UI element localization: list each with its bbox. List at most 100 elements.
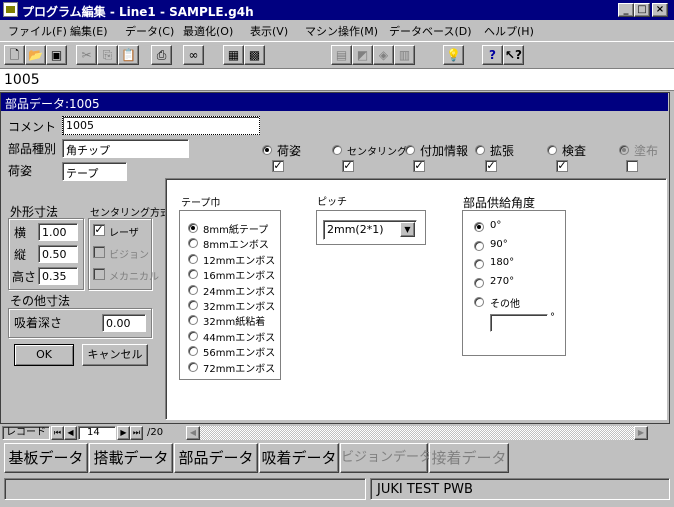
- data-tabs: 基板データ 搭載データ 部品データ 吸着データ ビジョンデータ 接着データ: [0, 441, 674, 476]
- pitch-value: 2mm(2*1): [327, 223, 384, 236]
- current-record-field[interactable]: 14: [78, 426, 116, 440]
- category-check-extension[interactable]: ✓: [485, 160, 497, 172]
- tab-adhesive-data[interactable]: 接着データ: [429, 443, 509, 473]
- tool-3-icon[interactable]: ◈: [373, 45, 394, 65]
- maximize-button[interactable]: □: [634, 3, 650, 17]
- copy-icon[interactable]: ⎘: [97, 45, 118, 65]
- tab-part-data[interactable]: 部品データ: [174, 443, 258, 473]
- last-record-icon[interactable]: ⏭: [130, 426, 143, 440]
- width-field[interactable]: 1.00: [38, 223, 78, 241]
- tool-4-icon[interactable]: ▥: [394, 45, 415, 65]
- lightbulb-icon[interactable]: 💡: [443, 45, 464, 65]
- open-folder-icon[interactable]: 📂: [25, 45, 46, 65]
- category-radio-package[interactable]: [262, 145, 272, 155]
- cut-icon[interactable]: ✂: [76, 45, 97, 65]
- record-number-bar[interactable]: 1005: [0, 68, 674, 91]
- menu-data[interactable]: データ(C): [125, 23, 174, 39]
- category-radio-centering[interactable]: [332, 145, 342, 155]
- tape-width-radio[interactable]: [188, 361, 198, 372]
- feed-angle-radio[interactable]: [474, 296, 484, 307]
- menu-view[interactable]: 表示(V): [250, 23, 288, 39]
- tab-suction-data[interactable]: 吸着データ: [259, 443, 339, 473]
- ok-button[interactable]: OK: [14, 344, 74, 366]
- package-field[interactable]: テープ: [62, 162, 127, 181]
- comment-field[interactable]: 1005: [62, 116, 260, 135]
- tape-width-radio[interactable]: [188, 253, 198, 264]
- feed-angle-option-label: 0°: [490, 220, 502, 231]
- menu-bar: ファイル(F) 編集(E) データ(C) 最適化(O) 表示(V) マシン操作(…: [0, 20, 674, 40]
- title-bar[interactable]: プログラム編集 - Line1 - SAMPLE.g4h _ □ ×: [0, 0, 674, 20]
- status-board-name: JUKI TEST PWB: [370, 478, 670, 500]
- category-check-inspection[interactable]: ✓: [556, 160, 568, 172]
- category-check-coating[interactable]: [626, 160, 638, 172]
- menu-optimize[interactable]: 最適化(O): [183, 23, 233, 39]
- category-check-additional[interactable]: ✓: [413, 160, 425, 172]
- feed-angle-radio[interactable]: [474, 222, 484, 232]
- view-a-icon[interactable]: ▦: [223, 45, 244, 65]
- tape-width-option-label: 44mmエンボス: [203, 332, 276, 344]
- view-b-icon[interactable]: ▩: [244, 45, 265, 65]
- tape-width-radio[interactable]: [188, 330, 198, 341]
- category-radio-inspection[interactable]: [547, 145, 557, 155]
- new-file-icon[interactable]: 🗋: [4, 45, 25, 65]
- tape-width-option-label: 72mmエンボス: [203, 363, 276, 375]
- length-field[interactable]: 0.50: [38, 245, 78, 263]
- part-type-field[interactable]: 角チップ: [62, 139, 189, 158]
- horizontal-scrollbar-track[interactable]: [200, 426, 634, 440]
- tape-width-option-label: 8mmエンボス: [203, 240, 269, 252]
- suction-depth-field[interactable]: 0.00: [102, 314, 146, 332]
- suction-depth-label: 吸着深さ: [14, 316, 63, 330]
- tool-2-icon[interactable]: ◩: [352, 45, 373, 65]
- record-label: レコード: [2, 426, 50, 440]
- category-radio-coating[interactable]: [619, 145, 629, 155]
- tape-width-radio[interactable]: [188, 223, 198, 233]
- tape-width-radio[interactable]: [188, 284, 198, 295]
- category-radio-additional[interactable]: [405, 145, 415, 155]
- tape-width-radio[interactable]: [188, 300, 198, 310]
- menu-help[interactable]: ヘルプ(H): [484, 23, 534, 39]
- paste-icon[interactable]: 📋: [118, 45, 139, 65]
- centering-vision-check[interactable]: [93, 246, 105, 258]
- package-label: 荷姿: [8, 164, 33, 178]
- minimize-button[interactable]: _: [618, 3, 634, 17]
- feed-angle-option-label: その他: [490, 298, 520, 310]
- close-button[interactable]: ×: [652, 3, 668, 17]
- tab-mounting-data[interactable]: 搭載データ: [89, 443, 173, 473]
- menu-machine[interactable]: マシン操作(M): [305, 23, 378, 39]
- feed-angle-radio[interactable]: [474, 240, 484, 251]
- scroll-left-icon[interactable]: ◀: [186, 426, 200, 440]
- category-radio-extension[interactable]: [475, 145, 485, 155]
- status-left: [4, 478, 366, 500]
- centering-mechanical-check[interactable]: [93, 268, 105, 280]
- category-check-centering[interactable]: ✓: [342, 160, 354, 172]
- next-record-icon[interactable]: ▶: [117, 426, 130, 440]
- feed-angle-option-label: 270°: [490, 276, 515, 288]
- menu-file[interactable]: ファイル(F): [8, 23, 67, 39]
- glasses-icon[interactable]: ∞: [183, 45, 204, 65]
- first-record-icon[interactable]: ⏮: [51, 426, 64, 440]
- tool-1-icon[interactable]: ▤: [331, 45, 352, 65]
- part-type-label: 部品種別: [8, 142, 57, 156]
- category-check-package[interactable]: ✓: [272, 160, 284, 172]
- app-icon[interactable]: [3, 2, 18, 17]
- record-number: 1005: [4, 72, 40, 88]
- context-help-icon[interactable]: ↖?: [503, 45, 524, 65]
- prev-record-icon[interactable]: ◀: [64, 426, 77, 440]
- menu-database[interactable]: データベース(D): [389, 23, 472, 39]
- feed-angle-option-label: 90°: [490, 238, 508, 250]
- menu-edit[interactable]: 編集(E): [70, 23, 108, 39]
- save-icon[interactable]: ▣: [46, 45, 67, 65]
- tab-vision-data[interactable]: ビジョンデータ: [340, 443, 432, 473]
- category-label-package: 荷姿: [277, 144, 302, 158]
- tape-width-option-label: 32mm紙粘着: [203, 317, 266, 329]
- help-icon[interactable]: ?: [482, 45, 503, 65]
- chevron-down-icon[interactable]: ▼: [400, 222, 415, 237]
- height-field[interactable]: 0.35: [38, 267, 78, 285]
- pitch-dropdown[interactable]: 2mm(2*1) ▼: [323, 220, 417, 240]
- tab-board-data[interactable]: 基板データ: [4, 443, 88, 473]
- cancel-button[interactable]: キャンセル: [82, 344, 148, 366]
- centering-laser-check[interactable]: ✓: [93, 224, 105, 236]
- scroll-right-icon[interactable]: ▶: [634, 426, 648, 440]
- angle-other-field[interactable]: [490, 314, 548, 332]
- print-icon[interactable]: ⎙: [151, 45, 172, 65]
